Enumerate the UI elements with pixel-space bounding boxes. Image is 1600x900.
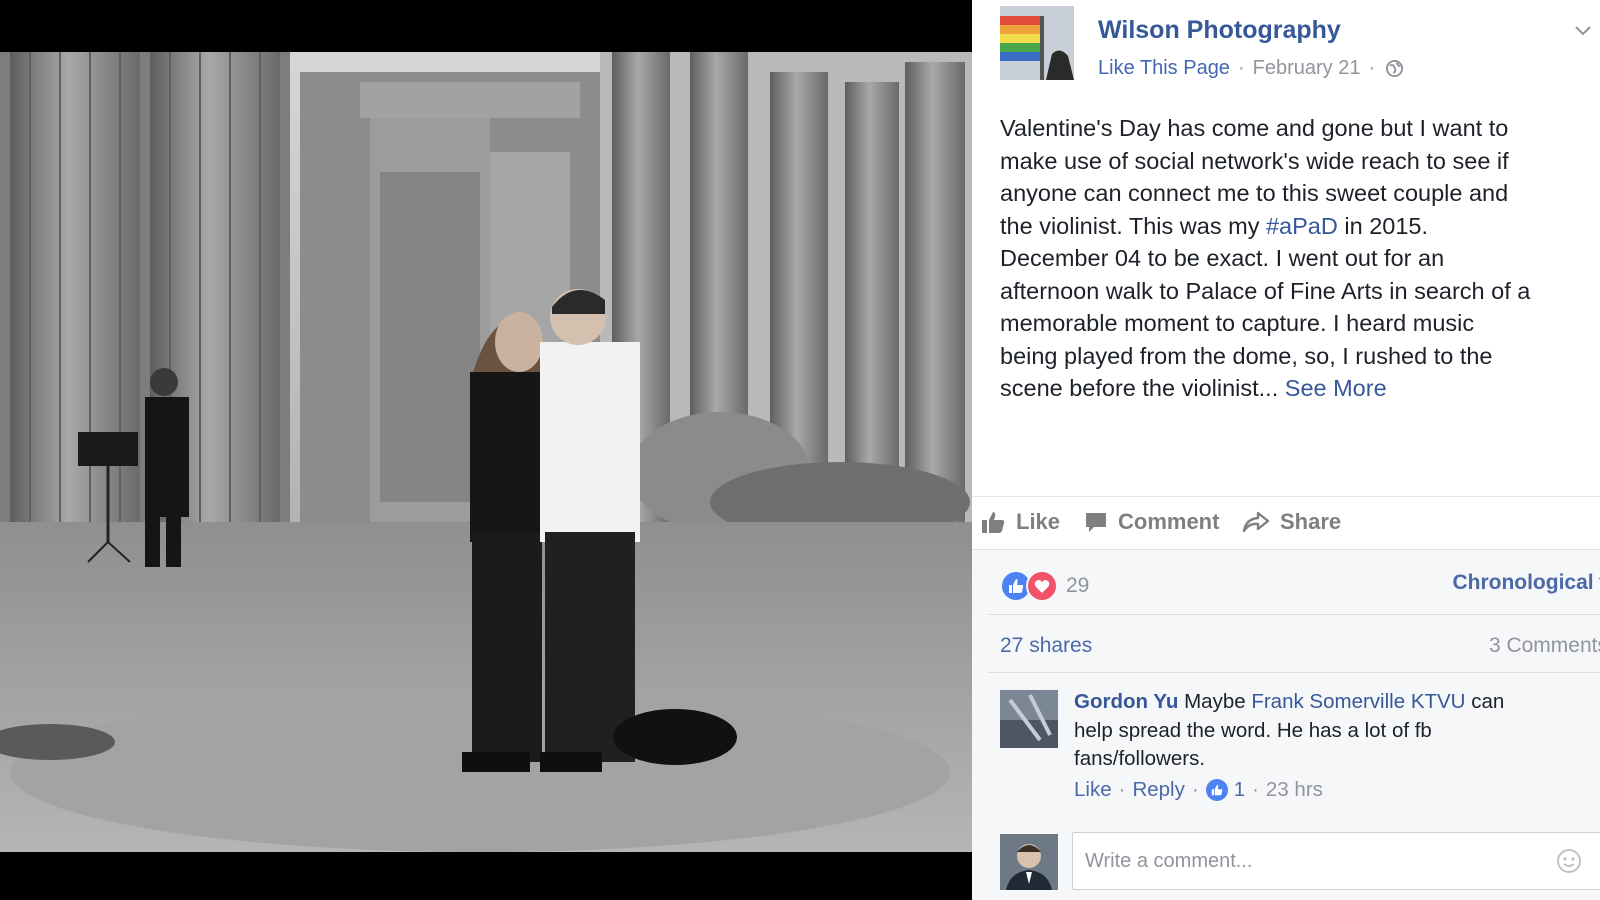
post-actions: Like Comment Share — [972, 496, 1600, 549]
meta-separator: · — [1237, 57, 1245, 79]
share-label: Share — [1280, 509, 1342, 534]
comment-count[interactable]: 3 Comments — [1489, 634, 1600, 658]
comment-like-button[interactable]: Like — [1074, 778, 1112, 802]
divider — [988, 614, 1600, 615]
post-date[interactable]: February 21 — [1253, 57, 1361, 80]
comment-body: Gordon Yu Maybe Frank Somerville KTVU ca… — [1074, 688, 1594, 774]
post-text: Valentine's Day has come and gone but I … — [1000, 112, 1600, 405]
comment-label: Comment — [1118, 509, 1220, 534]
avatar — [1000, 834, 1058, 890]
post-text-line: Valentine's Day has come and gone but I … — [1000, 115, 1509, 141]
post-photo[interactable] — [0, 52, 972, 852]
see-more-link[interactable]: See More — [1285, 375, 1387, 401]
comment-button[interactable]: Comment — [1084, 509, 1219, 535]
comment-line: help spread the word. He has a lot of fb — [1074, 718, 1432, 742]
shares-link[interactable]: 27 shares — [1000, 634, 1092, 658]
dot-separator: · — [1252, 778, 1259, 801]
thumbs-up-icon — [982, 512, 1005, 533]
post-text-line: the violinist. This was my #aPaD in 2015… — [1000, 210, 1600, 243]
comments-area: 29 Chronological ▾ 27 shares 3 Comments … — [972, 549, 1600, 900]
post-text-line: anyone can connect me to this sweet coup… — [1000, 180, 1509, 206]
comment-author[interactable]: Gordon Yu — [1074, 690, 1178, 713]
hashtag-link[interactable]: #aPaD — [1266, 213, 1338, 239]
meta-separator-2: · — [1368, 57, 1376, 79]
love-reaction-icon — [1026, 570, 1058, 602]
sort-comments-dropdown[interactable]: Chronological ▾ — [1452, 570, 1600, 595]
chevron-down-icon[interactable] — [1574, 24, 1592, 36]
post-text-line: memorable moment to capture. I heard mus… — [1000, 310, 1475, 336]
divider — [988, 672, 1600, 673]
comment-input[interactable] — [1072, 832, 1600, 890]
photo-viewer — [0, 0, 972, 900]
page-avatar[interactable] — [1000, 6, 1074, 80]
comment-text: Maybe — [1178, 690, 1252, 713]
globe-icon — [1385, 59, 1404, 78]
post-text-segment: scene before the violinist... — [1000, 375, 1285, 401]
dot-separator: · — [1191, 778, 1199, 801]
like-reaction-icon — [1205, 779, 1228, 801]
dot-separator: · — [1118, 778, 1126, 801]
photo-scene — [0, 52, 972, 852]
reply-button[interactable]: Reply — [1132, 778, 1184, 802]
like-label: Like — [1016, 509, 1061, 534]
comment-line: Gordon Yu Maybe Frank Somerville KTVU ca… — [1074, 688, 1594, 717]
emoji-icon[interactable] — [1556, 848, 1582, 874]
like-page-link[interactable]: Like This Page — [1098, 57, 1230, 80]
mention-link[interactable]: Frank Somerville KTVU — [1251, 690, 1465, 713]
share-icon — [1242, 511, 1270, 533]
comment-time[interactable]: 23 hrs — [1266, 778, 1323, 802]
comment-line: fans/followers. — [1074, 747, 1206, 770]
post-text-line: make use of social network's wide reach … — [1000, 147, 1509, 174]
reaction-count: 29 — [1066, 574, 1090, 597]
post-panel: Wilson Photography Like This Page · Febr… — [972, 0, 1600, 900]
post-meta: Like This Page · February 21 · — [1098, 57, 1404, 80]
reactions-summary[interactable]: 29 — [1000, 570, 1089, 602]
post-text-line: being played from the dome, so, I rushed… — [1000, 342, 1493, 369]
comment-like-count[interactable]: 1 — [1234, 778, 1245, 802]
page-name[interactable]: Wilson Photography — [1098, 16, 1341, 45]
avatar[interactable] — [1000, 690, 1058, 748]
post-text-segment: the violinist. This was my — [1000, 212, 1266, 239]
post-text-line: December 04 to be exact. I went out for … — [1000, 245, 1445, 271]
comment-icon — [1086, 513, 1106, 532]
like-button[interactable]: Like — [980, 509, 1060, 535]
post-header: Wilson Photography Like This Page · Febr… — [1000, 6, 1600, 82]
post-text-segment: in 2015. — [1337, 212, 1428, 239]
post-text-line: scene before the violinist... See More — [1000, 372, 1600, 405]
comment-text: can — [1465, 690, 1505, 713]
share-button[interactable]: Share — [1242, 509, 1341, 535]
comment: Gordon Yu Maybe Frank Somerville KTVU ca… — [1000, 688, 1600, 812]
comment-actions: Like · Reply · 1 · 23 hrs — [1074, 778, 1323, 802]
post-text-line: afternoon walk to Palace of Fine Arts in… — [1000, 277, 1531, 304]
comment-composer — [1000, 832, 1600, 892]
